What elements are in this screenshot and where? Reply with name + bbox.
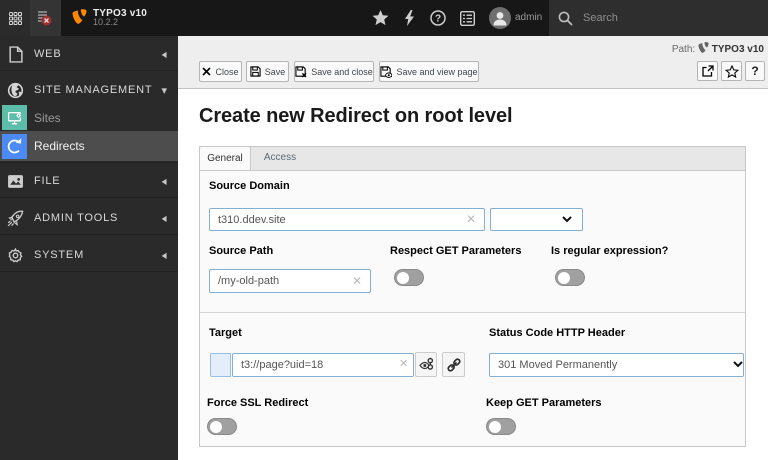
- svg-text:?: ?: [435, 14, 441, 25]
